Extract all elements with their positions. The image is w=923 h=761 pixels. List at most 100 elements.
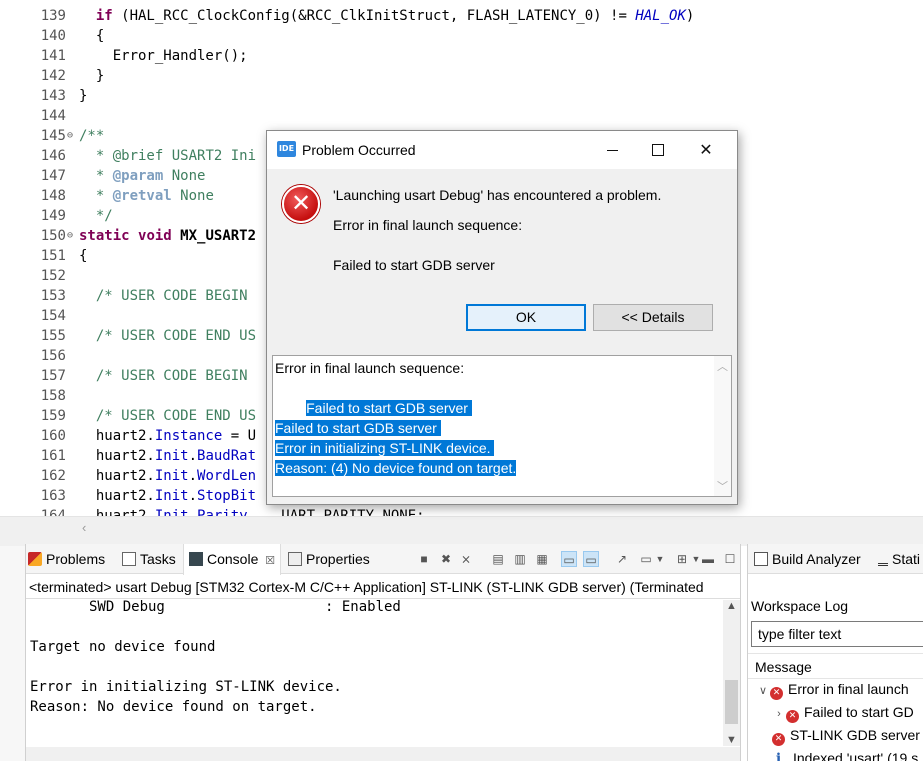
tab-label: Console <box>207 551 259 567</box>
terminate-icon[interactable]: ■ <box>416 551 432 567</box>
code-text: * @retval None <box>79 186 214 206</box>
console-horizontal-scrollbar[interactable] <box>26 747 740 761</box>
code-token: HAL_OK <box>635 8 686 24</box>
scrollbar-thumb[interactable] <box>725 680 738 724</box>
details-indent <box>275 400 306 416</box>
code-token: { <box>79 28 105 44</box>
tab-console[interactable]: Console ☒ <box>183 544 282 575</box>
tab-tasks[interactable]: Tasks <box>122 544 176 574</box>
chevron-down-icon[interactable]: ▼ <box>652 551 668 567</box>
scroll-up-icon[interactable]: ︿ <box>717 358 728 374</box>
code-token: if <box>95 8 113 24</box>
code-token: * <box>79 188 113 204</box>
show-on-stderr-icon[interactable]: ▭ <box>583 551 599 567</box>
details-scrollbar[interactable]: ︿ ﹀ <box>714 356 731 496</box>
console-icon <box>189 552 203 566</box>
chevron-right-icon[interactable]: › <box>772 703 786 726</box>
details-text-area[interactable]: ︿ ﹀ Error in final launch sequence: Fail… <box>272 355 732 497</box>
line-number: 148 <box>40 188 66 204</box>
console-line: SWD Debug : Enabled <box>30 599 401 615</box>
ok-button[interactable]: OK <box>466 304 586 331</box>
maximize-view-icon[interactable]: ☐ <box>722 551 738 567</box>
fold-toggle-icon[interactable]: ⊖ <box>67 126 73 146</box>
remove-all-terminated-icon[interactable]: ⨯ <box>458 551 474 567</box>
console-line: Target no device found <box>30 639 216 655</box>
code-token: * <box>79 168 113 184</box>
close-button[interactable]: ✕ <box>683 131 729 169</box>
dialog-detail-line: Error in final launch sequence: <box>333 217 523 233</box>
problem-occurred-dialog: IDE Problem Occurred ✕ ✕ 'Launching usar… <box>266 130 738 505</box>
close-tab-icon[interactable]: ☒ <box>265 555 275 567</box>
show-on-stdout-icon[interactable]: ▭ <box>561 551 577 567</box>
code-text: } <box>79 86 87 106</box>
code-token: /* USER CODE BEGIN <box>79 368 257 384</box>
left-gutter <box>0 546 25 761</box>
code-token: /* USER CODE END US <box>79 328 257 344</box>
scroll-lock-icon[interactable]: ▥ <box>512 551 528 567</box>
tab-label: Build Analyzer <box>772 551 861 567</box>
tab-label: Tasks <box>140 551 176 567</box>
message-column-header[interactable]: Message <box>748 653 923 679</box>
code-text: */ <box>79 206 113 226</box>
code-token: UART_PARITY_NONE; <box>247 508 425 516</box>
fold-toggle-icon[interactable]: ⊖ <box>67 226 73 246</box>
line-number: 160 <box>40 428 66 444</box>
scroll-down-icon[interactable]: ▼ <box>726 734 737 746</box>
log-entry[interactable]: i Indexed 'usart' (19 s <box>772 747 918 761</box>
code-token: Init <box>154 468 189 484</box>
log-message: Indexed 'usart' (19 s <box>793 750 919 761</box>
scroll-up-icon[interactable]: ▲ <box>726 600 737 612</box>
details-button[interactable]: << Details <box>593 304 713 331</box>
log-message: ST-LINK GDB server <box>790 727 920 743</box>
word-wrap-icon[interactable]: ▦ <box>534 551 550 567</box>
code-token: Init <box>154 448 189 464</box>
problems-icon <box>28 552 42 566</box>
tab-build-analyzer[interactable]: Build Analyzer <box>754 544 861 574</box>
properties-icon <box>288 552 302 566</box>
code-text: { <box>79 26 104 46</box>
minimize-view-icon[interactable]: ▬ <box>700 551 716 567</box>
details-text: Failed to start GDB server <box>275 420 441 436</box>
line-number: 164 <box>40 508 66 516</box>
editor-horizontal-scrollbar[interactable]: ‹ <box>0 516 923 538</box>
clear-console-icon[interactable]: ▤ <box>490 551 506 567</box>
log-entry[interactable]: › ✕ Failed to start GD <box>772 701 914 724</box>
code-token: /* USER CODE BEGIN <box>79 288 257 304</box>
code-token: } <box>79 68 105 84</box>
code-token: BaudRat <box>197 448 257 464</box>
details-text: Reason: (4) No device found on target. <box>275 460 517 476</box>
error-icon: ✕ <box>282 185 320 223</box>
line-number: 159 <box>40 408 66 424</box>
tab-problems[interactable]: Problems <box>28 544 105 574</box>
code-token: static <box>79 228 130 244</box>
minimize-button[interactable] <box>589 131 635 169</box>
code-token: ) <box>685 8 695 24</box>
code-token: huart2. <box>79 448 155 464</box>
line-number: 153 <box>40 288 66 304</box>
log-entry[interactable]: ∨ ✕ Error in final launch <box>756 678 909 701</box>
line-number: 154 <box>40 308 66 324</box>
code-text: huart2.Init.BaudRat <box>79 446 256 466</box>
ide-app-icon: IDE <box>277 141 296 157</box>
scroll-down-icon[interactable]: ﹀ <box>717 478 728 494</box>
tab-properties[interactable]: Properties <box>288 544 370 574</box>
remove-launch-icon[interactable]: ✖ <box>438 551 454 567</box>
console-vertical-scrollbar[interactable]: ▲ ▼ <box>723 600 740 746</box>
code-text: { <box>79 246 87 266</box>
filter-input[interactable]: type filter text <box>751 621 923 647</box>
pin-console-icon[interactable]: ↗ <box>614 551 630 567</box>
code-token: huart2. <box>79 508 155 516</box>
maximize-button[interactable] <box>635 131 681 169</box>
tab-static-stack[interactable]: Stati <box>878 544 920 574</box>
scroll-left-icon[interactable]: ‹ <box>82 520 86 535</box>
chevron-down-icon[interactable]: ∨ <box>756 680 770 703</box>
log-entry[interactable]: ✕ ST-LINK GDB server <box>772 724 920 747</box>
workspace-log-view: Build Analyzer Stati Workspace Log type … <box>747 544 923 761</box>
line-number: 161 <box>40 448 66 464</box>
code-text: /* USER CODE END US <box>79 326 256 346</box>
code-token: Parity <box>197 508 248 516</box>
line-number: 143 <box>40 88 66 104</box>
